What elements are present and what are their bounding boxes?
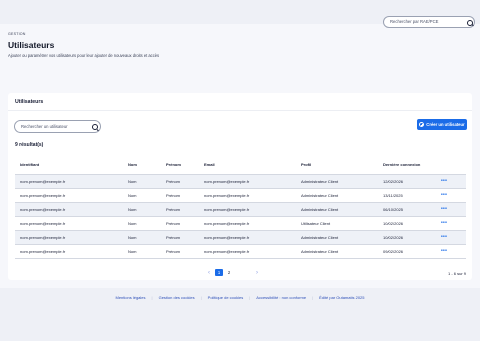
cell-identifier: nom.prenom@exemple.fr (15, 174, 123, 189)
actions-header (436, 155, 466, 175)
cell-email: nom.prenom@exemple.fr (199, 230, 296, 245)
table-row[interactable]: nom.prenom@exemple.fr Nom Prénom nom.pre… (15, 174, 466, 189)
cell-profile: Administrateur Client (296, 230, 378, 245)
pagination: ‹ 1 2 › (204, 269, 262, 276)
column-header[interactable]: Email (199, 155, 296, 175)
cell-last-login: 09/02/2026 (378, 244, 436, 259)
footer-link-legal[interactable]: Mentions légales (116, 295, 146, 300)
page-button-1[interactable]: 1 (215, 269, 223, 276)
table-row[interactable]: nom.prenom@exemple.fr Nom Prénom nom.pre… (15, 188, 466, 203)
footer-separator: | (200, 295, 202, 300)
create-user-label: Créer un utilisateur (426, 122, 465, 127)
users-table: Identifiant Nom Prénom Email Profil Dern… (15, 155, 466, 259)
footer-separator: | (312, 295, 314, 300)
more-actions-icon[interactable]: ••• (441, 206, 447, 212)
cell-first-name: Prénom (161, 188, 199, 203)
cell-profile: Administrateur Client (296, 202, 378, 217)
cell-last-login: 10/02/2026 (378, 216, 436, 231)
app-frame: Rechercher par RAE/PCE GESTION Utilisate… (0, 0, 480, 341)
table-header-row: Identifiant Nom Prénom Email Profil Dern… (15, 155, 466, 175)
plus-circle-icon (419, 122, 425, 127)
footer-link-accessibility[interactable]: Accessibilité : non conforme (256, 295, 306, 300)
more-actions-icon[interactable]: ••• (441, 192, 447, 198)
cell-last-name: Nom (123, 244, 161, 259)
cell-email: nom.prenom@exemple.fr (199, 216, 296, 231)
cell-profile: Utilisateur Client (296, 216, 378, 231)
create-user-button[interactable]: Créer un utilisateur (417, 119, 467, 130)
users-card: Utilisateurs Rechercher un utilisateur C… (8, 93, 472, 280)
cell-identifier: nom.prenom@exemple.fr (15, 216, 123, 231)
column-header[interactable]: Dernière connexion (378, 155, 436, 175)
card-title: Utilisateurs (15, 99, 44, 105)
user-search-input[interactable]: Rechercher un utilisateur (14, 120, 101, 133)
cell-email: nom.prenom@exemple.fr (199, 188, 296, 203)
table-row[interactable]: nom.prenom@exemple.fr Nom Prénom nom.pre… (15, 244, 466, 259)
column-header[interactable]: Profil (296, 155, 378, 175)
cell-first-name: Prénom (161, 202, 199, 217)
user-search-placeholder: Rechercher un utilisateur (21, 124, 68, 129)
more-actions-icon[interactable]: ••• (441, 220, 447, 226)
top-search-placeholder: Rechercher par RAE/PCE (390, 19, 439, 24)
table-row[interactable]: nom.prenom@exemple.fr Nom Prénom nom.pre… (15, 216, 466, 231)
table-row[interactable]: nom.prenom@exemple.fr Nom Prénom nom.pre… (15, 230, 466, 245)
footer-separator: | (151, 295, 153, 300)
cell-identifier: nom.prenom@exemple.fr (15, 188, 123, 203)
chevron-right-icon[interactable]: › (252, 270, 262, 276)
cell-first-name: Prénom (161, 174, 199, 189)
cell-last-name: Nom (123, 230, 161, 245)
cell-profile: Administrateur Client (296, 188, 378, 203)
cell-identifier: nom.prenom@exemple.fr (15, 244, 123, 259)
cell-last-login: 13/11/2025 (378, 188, 436, 203)
cell-last-name: Nom (123, 188, 161, 203)
more-actions-icon[interactable]: ••• (441, 234, 447, 240)
footer-link-cookie-policy[interactable]: Politique de cookies (208, 295, 244, 300)
cell-last-login: 12/02/2026 (378, 174, 436, 189)
cell-last-name: Nom (123, 174, 161, 189)
more-actions-icon[interactable]: ••• (441, 248, 447, 254)
cell-email: nom.prenom@exemple.fr (199, 244, 296, 259)
more-actions-icon[interactable]: ••• (441, 178, 447, 184)
column-header[interactable]: Nom (123, 155, 161, 175)
cell-last-login: 06/10/2025 (378, 202, 436, 217)
cell-last-login: 10/02/2026 (378, 230, 436, 245)
search-icon[interactable] (92, 124, 99, 131)
page-range: 1 - 6 sur 9 (447, 271, 466, 276)
cell-profile: Administrateur Client (296, 244, 378, 259)
cell-last-name: Nom (123, 202, 161, 217)
top-search-input[interactable]: Rechercher par RAE/PCE (383, 16, 475, 28)
column-header[interactable]: Identifiant (15, 155, 123, 175)
breadcrumb: GESTION (8, 32, 26, 36)
divider (8, 110, 472, 111)
cell-first-name: Prénom (161, 244, 199, 259)
page-button-2[interactable]: 2 (225, 269, 233, 276)
cell-email: nom.prenom@exemple.fr (199, 174, 296, 189)
footer-separator: | (249, 295, 251, 300)
cell-last-name: Nom (123, 216, 161, 231)
cell-identifier: nom.prenom@exemple.fr (15, 202, 123, 217)
page-title: Utilisateurs (8, 40, 55, 50)
results-count: 9 résultat(s) (15, 142, 44, 148)
cell-email: nom.prenom@exemple.fr (199, 202, 296, 217)
page-subtitle: Ajouter ou paramétrer vos utilisateurs p… (8, 53, 160, 58)
cell-first-name: Prénom (161, 230, 199, 245)
cell-first-name: Prénom (161, 216, 199, 231)
search-icon[interactable] (467, 19, 474, 27)
cell-profile: Administrateur Client (296, 174, 378, 189)
table-row[interactable]: nom.prenom@exemple.fr Nom Prénom nom.pre… (15, 202, 466, 217)
cell-identifier: nom.prenom@exemple.fr (15, 230, 123, 245)
footer-link-cookie-management[interactable]: Gestion des cookies (159, 295, 195, 300)
footer-link-publisher[interactable]: Édité par Outamatis 2025 (319, 295, 364, 300)
column-header[interactable]: Prénom (161, 155, 199, 175)
chevron-left-icon[interactable]: ‹ (204, 270, 214, 276)
footer: Mentions légales | Gestion des cookies |… (0, 295, 480, 300)
